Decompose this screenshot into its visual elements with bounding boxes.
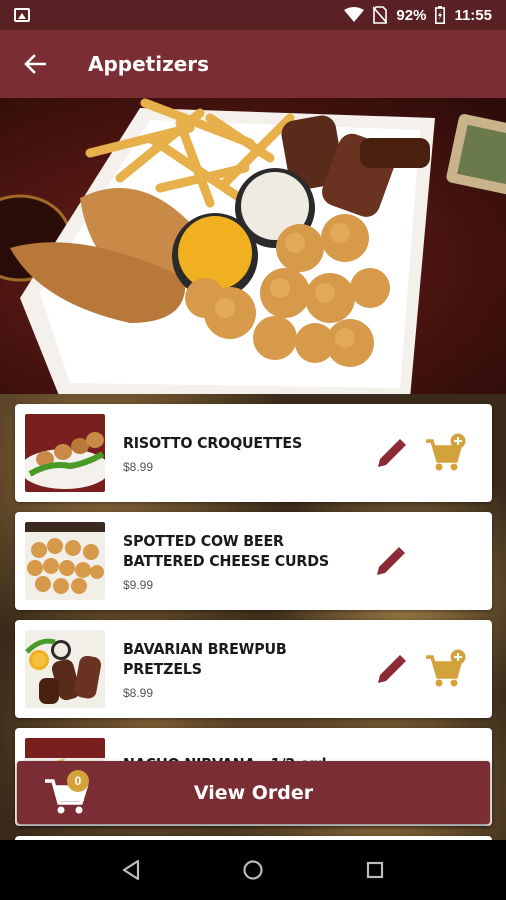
- nav-back-icon: [122, 859, 140, 881]
- app-bar: Appetizers: [0, 30, 506, 98]
- system-nav-bar: [0, 840, 506, 900]
- no-sim-icon: [373, 6, 388, 24]
- item-name: BAVARIAN BREWPUB PRETZELS: [123, 639, 287, 678]
- edit-pencil-icon: [376, 547, 405, 575]
- add-to-cart-icon: [425, 649, 466, 687]
- nav-home-button[interactable]: [228, 845, 278, 895]
- add-to-cart-button[interactable]: [424, 646, 466, 692]
- item-thumbnail: [25, 522, 105, 600]
- item-name: SPOTTED COW BEER BATTERED CHEESE CURDS: [123, 531, 329, 570]
- back-button[interactable]: [0, 30, 70, 98]
- item-price: $9.99: [123, 577, 154, 592]
- nav-recents-button[interactable]: [350, 845, 400, 895]
- image-icon: [14, 8, 30, 22]
- page-title: Appetizers: [88, 52, 210, 76]
- edit-pencil-icon: [378, 655, 407, 683]
- view-order-label: View Order: [193, 781, 314, 804]
- nav-back-button[interactable]: [106, 845, 156, 895]
- edit-pencil-icon: [378, 439, 407, 467]
- item-name: RISOTTO CROQUETTES: [123, 433, 303, 452]
- nav-home-icon: [243, 860, 263, 880]
- edit-item-button[interactable]: [373, 432, 412, 474]
- item-price: $8.99: [123, 459, 154, 474]
- edit-item-button[interactable]: [373, 648, 412, 690]
- category-hero-image: [0, 98, 506, 394]
- item-thumbnail: [25, 630, 105, 708]
- menu-item-card[interactable]: BAVARIAN BREWPUB PRETZELS $8.99: [15, 620, 492, 718]
- add-to-cart-icon: [425, 433, 466, 471]
- edit-item-button[interactable]: [373, 540, 408, 582]
- item-thumbnail: [25, 414, 105, 492]
- add-to-cart-button[interactable]: [424, 430, 466, 476]
- back-arrow-icon: [24, 54, 46, 74]
- view-order-button[interactable]: 0 View Order: [17, 761, 490, 824]
- menu-item-card[interactable]: SPOTTED COW BEER BATTERED CHEESE CURDS $…: [15, 512, 492, 610]
- clock: 11:55: [454, 6, 492, 24]
- menu-item-card[interactable]: RISOTTO CROQUETTES $8.99: [15, 404, 492, 502]
- item-price: $8.99: [123, 685, 154, 700]
- battery-percent: 92%: [396, 6, 427, 24]
- status-bar: 92% 11:55: [0, 0, 506, 30]
- nav-recents-icon: [366, 861, 384, 879]
- wifi-icon: [344, 7, 365, 22]
- battery-icon: [435, 6, 446, 24]
